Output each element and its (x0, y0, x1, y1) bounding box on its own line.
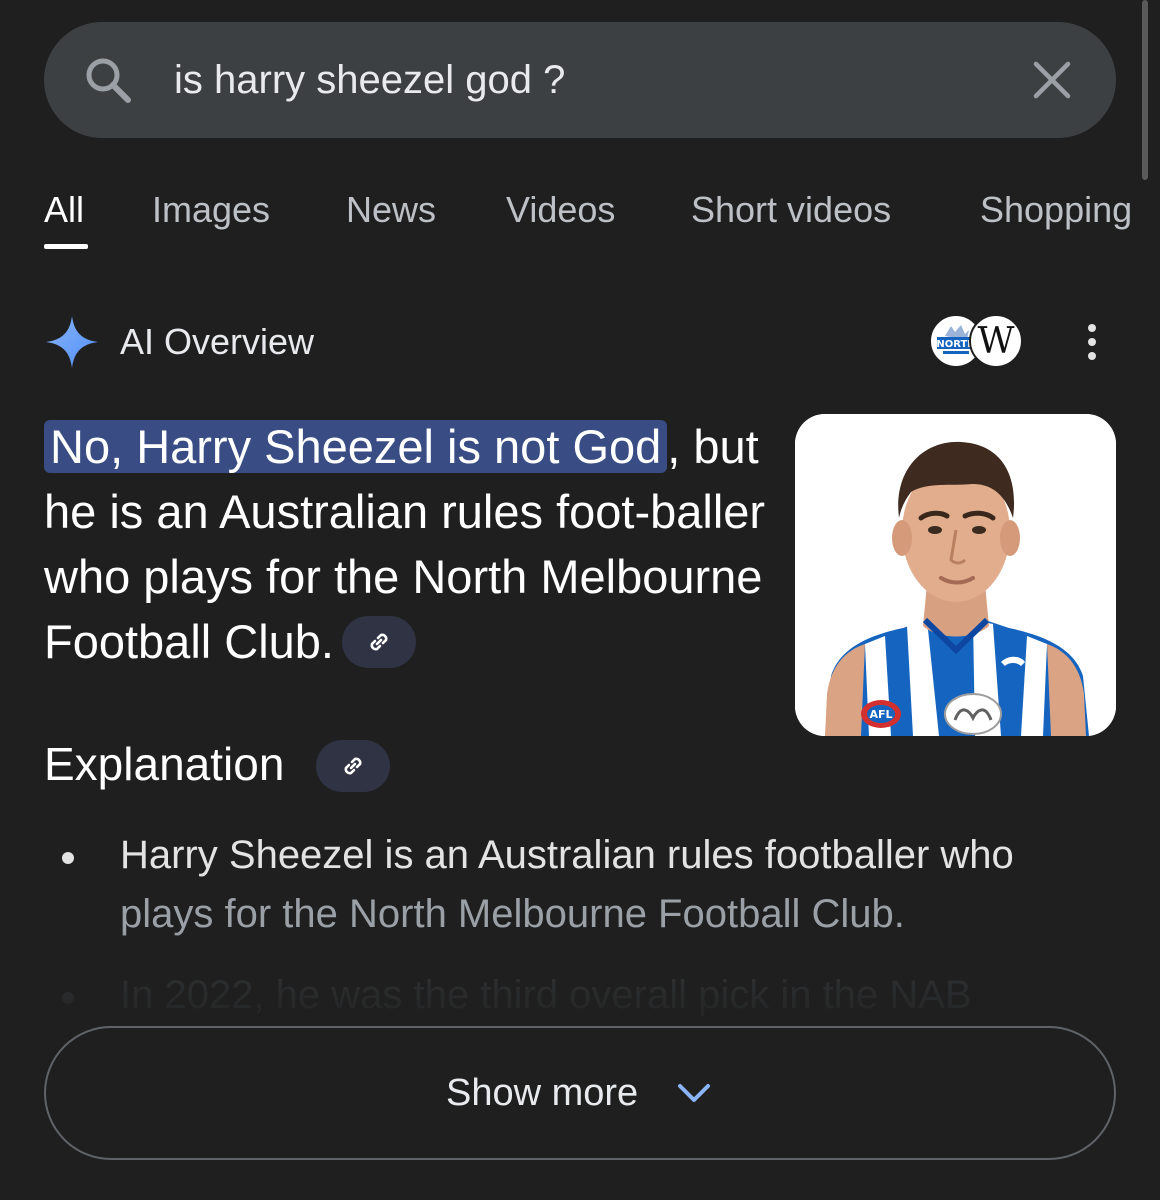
bullet-text-line: Harry Sheezel is an Australian rules foo… (120, 833, 1014, 877)
tab-shopping[interactable]: Shopping (980, 186, 1132, 234)
search-icon[interactable] (82, 54, 134, 106)
more-options-icon[interactable] (1080, 322, 1104, 362)
svg-text:AFL: AFL (869, 708, 892, 721)
tab-short-videos[interactable]: Short videos (691, 186, 891, 234)
explanation-heading: Explanation (44, 738, 285, 790)
search-input[interactable]: is harry sheezel god ? (174, 54, 565, 106)
search-bar[interactable]: is harry sheezel god ? (44, 22, 1116, 138)
chevron-down-icon (678, 1084, 710, 1102)
bullet-dot (62, 992, 74, 1004)
bullet-text-line: plays for the North Melbourne Football C… (120, 892, 905, 936)
ai-overview-header: AI Overview NORTH W (44, 314, 1116, 370)
show-more-button[interactable]: Show more (44, 1026, 1116, 1160)
answer-highlight: No, Harry Sheezel is not God (44, 420, 668, 473)
answer-source-link-button[interactable] (342, 615, 416, 668)
link-icon (370, 633, 388, 651)
search-tabs: All Images News Videos Short videos Shop… (44, 186, 1160, 256)
ai-answer: No, Harry Sheezel is not God, but he is … (44, 414, 774, 674)
list-item: Harry Sheezel is an Australian rules foo… (44, 826, 1124, 944)
tab-all[interactable]: All (44, 186, 84, 234)
tab-news[interactable]: News (346, 186, 436, 234)
explanation-list: Harry Sheezel is an Australian rules foo… (44, 826, 1124, 1022)
show-more-label: Show more (446, 1072, 639, 1114)
list-item: In 2022, he was the third overall pick i… (44, 966, 1124, 1022)
player-photo[interactable]: AFL (795, 414, 1116, 736)
bullet-text-line: In 2022, he was the third overall pick i… (120, 973, 972, 1017)
tab-images[interactable]: Images (152, 186, 270, 234)
player-photo-graphic: AFL (795, 414, 1116, 736)
source-avatars[interactable]: NORTH W (929, 314, 1029, 370)
close-icon[interactable] (1030, 58, 1074, 102)
scrollbar[interactable] (1142, 0, 1148, 180)
explanation-source-link-button[interactable] (316, 740, 390, 792)
ai-overview-title: AI Overview (120, 321, 315, 362)
bullet-dot (62, 852, 74, 864)
tab-videos[interactable]: Videos (506, 186, 615, 234)
search-results-page: is harry sheezel god ? All Images News V… (0, 0, 1160, 1200)
active-tab-indicator (44, 244, 88, 249)
wikipedia-logo[interactable]: W (969, 314, 1023, 368)
sparkle-icon (46, 316, 98, 368)
link-icon (344, 757, 362, 775)
